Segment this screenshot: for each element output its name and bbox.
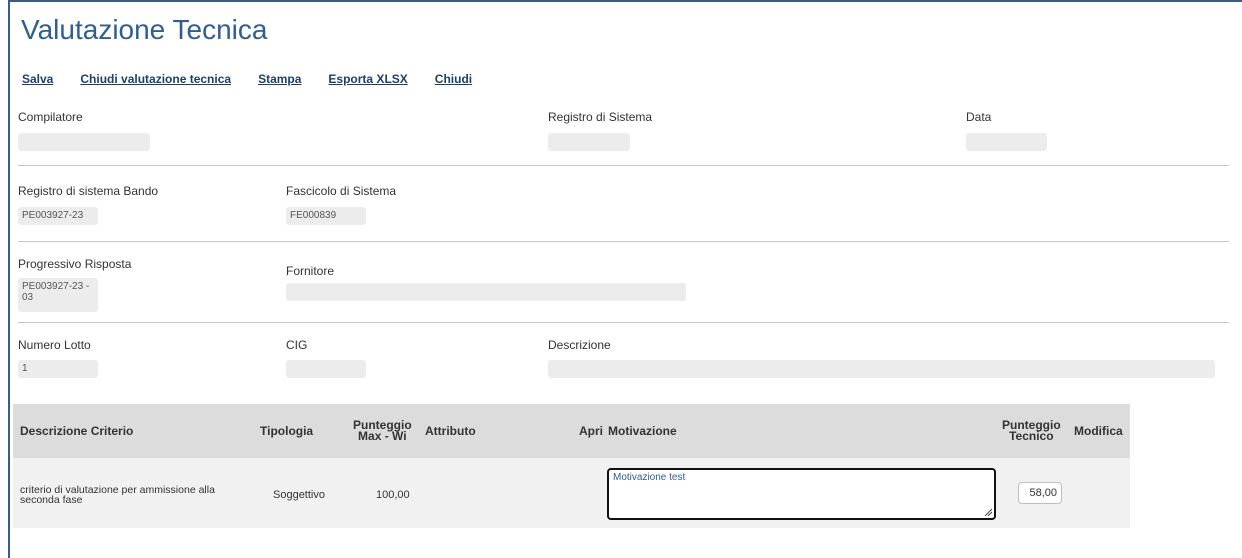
motivation-text: Motivazione test xyxy=(613,472,686,483)
response-progressive-field: PE003927-23 - 03 xyxy=(18,278,98,312)
system-file-label: Fascicolo di Sistema xyxy=(286,184,397,198)
lot-number-field: 1 xyxy=(18,360,98,378)
header-tech-score: Punteggio Tecnico xyxy=(1002,419,1061,443)
tender-register-label: Registro di sistema Bando xyxy=(18,184,159,198)
lot-number-label: Numero Lotto xyxy=(18,338,91,352)
table-header: Descrizione Criterio Tipologia Punteggio… xyxy=(13,404,1130,458)
supplier-label: Fornitore xyxy=(286,264,335,278)
close-evaluation-link[interactable]: Chiudi valutazione tecnica xyxy=(80,72,231,86)
system-register-label: Registro di Sistema xyxy=(548,110,653,124)
header-open: Apri xyxy=(579,424,603,438)
criterion-line2: seconda fase xyxy=(20,494,83,506)
system-register-field xyxy=(548,133,630,151)
description-field xyxy=(548,360,1215,378)
close-link[interactable]: Chiudi xyxy=(435,72,472,86)
compiler-field xyxy=(18,133,150,151)
cig-label: CIG xyxy=(286,338,308,352)
table-row: criterio di valutazione per ammissione a… xyxy=(13,458,1130,528)
motivation-textarea[interactable]: Motivazione test xyxy=(607,468,996,520)
divider xyxy=(18,165,1229,166)
print-link[interactable]: Stampa xyxy=(258,72,301,86)
date-field xyxy=(966,133,1047,151)
type-cell: Soggettivo xyxy=(273,489,325,501)
tender-register-field: PE003927-23 xyxy=(18,207,98,225)
response-progressive-value-line1: PE003927-23 - xyxy=(22,281,90,292)
cig-field xyxy=(286,360,366,378)
header-attribute: Attributo xyxy=(425,424,476,438)
date-label: Data xyxy=(966,110,992,124)
divider xyxy=(18,322,1229,323)
criterion-cell: criterio di valutazione per ammissione a… xyxy=(20,485,215,506)
header-motivation: Motivazione xyxy=(608,424,677,438)
compiler-label: Compilatore xyxy=(18,110,83,124)
header-tech-score-line2: Tecnico xyxy=(1009,429,1054,443)
max-score-cell: 100,00 xyxy=(376,489,410,501)
system-file-field: FE000839 xyxy=(286,207,366,225)
description-label: Descrizione xyxy=(548,338,611,352)
save-link[interactable]: Salva xyxy=(22,72,53,86)
header-max-score: Punteggio Max - Wi xyxy=(353,419,412,443)
divider xyxy=(18,241,1229,242)
page-title: Valutazione Tecnica xyxy=(21,14,268,45)
resize-handle-icon[interactable] xyxy=(984,508,992,516)
header-criterion: Descrizione Criterio xyxy=(20,424,134,438)
header-max-score-line2: Max - Wi xyxy=(358,429,407,443)
supplier-field xyxy=(286,283,686,301)
toolbar: Salva Chiudi valutazione tecnica Stampa … xyxy=(22,72,499,86)
tech-score-input[interactable]: 58,00 xyxy=(1018,482,1062,504)
evaluation-table: Descrizione Criterio Tipologia Punteggio… xyxy=(13,404,1130,528)
export-xlsx-link[interactable]: Esporta XLSX xyxy=(328,72,407,86)
response-progressive-value-line2: 03 xyxy=(22,292,34,303)
header-type: Tipologia xyxy=(260,424,314,438)
header-modify: Modifica xyxy=(1074,424,1123,438)
response-progressive-label: Progressivo Risposta xyxy=(18,257,132,271)
